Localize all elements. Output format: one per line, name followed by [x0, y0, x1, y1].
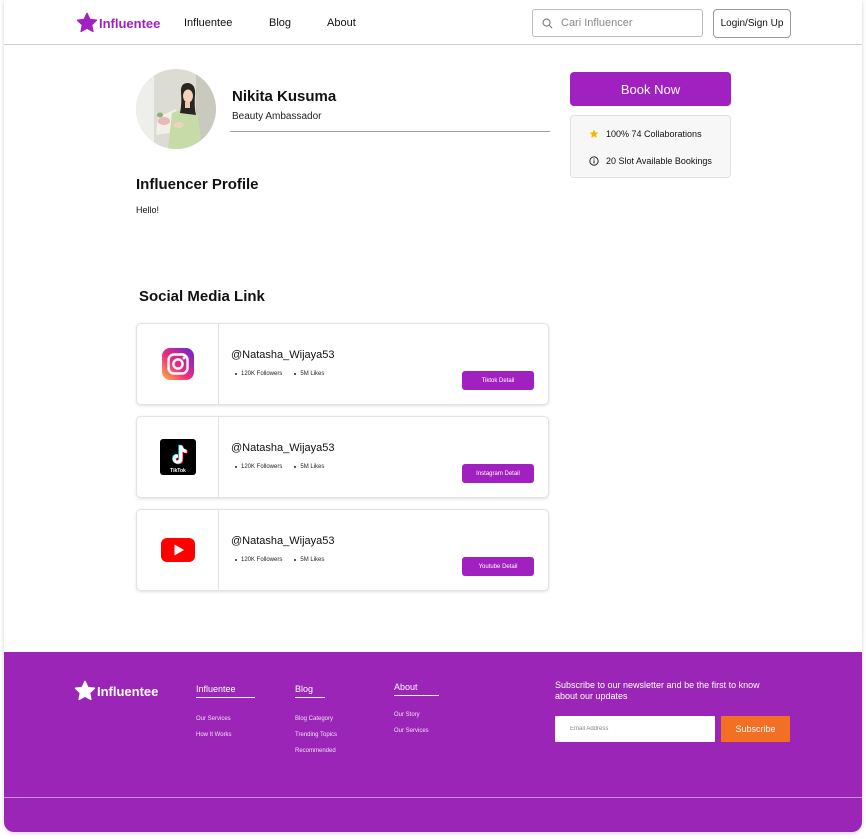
social-icon-cell: TikTok — [137, 417, 219, 497]
social-metrics: 120K Followers 5M Likes — [235, 371, 336, 377]
email-field[interactable] — [555, 716, 715, 742]
social-handle: @Natasha_Wijaya53 — [231, 535, 335, 547]
social-metrics: 120K Followers 5M Likes — [235, 464, 336, 470]
slots-stat: 20 Slot Available Bookings — [589, 156, 712, 166]
footer-link[interactable]: How It Works — [196, 732, 255, 738]
footer-column-influentee: Influentee Our Services How It Works — [196, 679, 255, 738]
social-handle: @Natasha_Wijaya53 — [231, 442, 335, 454]
profile-divider — [230, 131, 550, 132]
influencer-profile-heading: Influencer Profile — [136, 176, 259, 193]
top-navbar: Influentee Influentee Blog About Login/S… — [4, 0, 862, 45]
footer-divider — [4, 797, 862, 798]
book-now-button[interactable]: Book Now — [570, 72, 731, 106]
footer-heading: Influentee — [196, 684, 255, 698]
influencer-role: Beauty Ambassador — [232, 111, 322, 122]
search-box[interactable] — [532, 9, 703, 37]
footer-link[interactable]: Trending Topics — [295, 732, 337, 738]
footer-link[interactable]: Our Services — [394, 728, 439, 734]
collaborations-stat: 100% 74 Collaborations — [589, 129, 702, 139]
likes-count: 5M Likes — [294, 371, 324, 377]
info-icon — [589, 156, 599, 166]
social-card-youtube: @Natasha_Wijaya53 120K Followers 5M Like… — [136, 509, 549, 591]
followers-count: 120K Followers — [235, 371, 282, 377]
tiktok-icon: TikTok — [159, 439, 196, 475]
svg-text:TikTok: TikTok — [170, 468, 186, 474]
login-signup-button[interactable]: Login/Sign Up — [713, 9, 791, 38]
influencer-bio: Hello! — [136, 205, 160, 215]
star-logo-icon — [74, 680, 96, 701]
instagram-detail-button[interactable]: Instagram Detail — [462, 464, 534, 483]
nav-influentee[interactable]: Influentee — [184, 17, 232, 29]
collaborations-text: 100% 74 Collaborations — [606, 129, 702, 139]
page-frame: Influentee Influentee Blog About Login/S… — [4, 0, 862, 832]
brand-logo[interactable]: Influentee — [76, 12, 160, 34]
star-icon — [589, 129, 599, 138]
social-media-heading: Social Media Link — [139, 288, 265, 305]
footer-heading: Blog — [295, 684, 325, 698]
likes-count: 5M Likes — [294, 464, 324, 470]
footer-link[interactable]: Our Services — [196, 716, 255, 722]
nav-about[interactable]: About — [327, 17, 356, 29]
social-metrics: 120K Followers 5M Likes — [235, 557, 336, 563]
followers-count: 120K Followers — [235, 464, 282, 470]
subscribe-button[interactable]: Subscribe — [721, 716, 790, 742]
likes-count: 5M Likes — [294, 557, 324, 563]
search-input[interactable] — [561, 17, 691, 29]
booking-stats-panel: 100% 74 Collaborations 20 Slot Available… — [570, 115, 731, 178]
instagram-icon — [161, 348, 194, 380]
youtube-detail-button[interactable]: Youtube Detail — [462, 557, 534, 576]
footer-heading: About — [394, 682, 439, 696]
footer-brand-name: Influentee — [97, 683, 159, 699]
newsletter-text: Subscribe to our newsletter and be the f… — [555, 680, 760, 701]
footer: Influentee Influentee Our Services How I… — [4, 652, 862, 832]
footer-column-about: About Our Story Our Services — [394, 677, 439, 734]
social-icon-cell — [137, 510, 219, 590]
social-card-tiktok: TikTok @Natasha_Wijaya53 120K Followers … — [136, 416, 549, 498]
footer-link[interactable]: Blog Category — [295, 716, 337, 722]
social-icon-cell — [137, 324, 219, 404]
footer-column-blog: Blog Blog Category Trending Topics Recom… — [295, 679, 337, 754]
tiktok-detail-button[interactable]: Tiktok Detail — [462, 371, 534, 390]
avatar — [136, 69, 216, 149]
slots-text: 20 Slot Available Bookings — [606, 156, 712, 166]
footer-link[interactable]: Our Story — [394, 712, 439, 718]
followers-count: 120K Followers — [235, 557, 282, 563]
influencer-name: Nikita Kusuma — [232, 88, 337, 105]
star-logo-icon — [76, 12, 98, 33]
youtube-icon — [160, 538, 195, 562]
nav-blog[interactable]: Blog — [269, 17, 291, 29]
search-icon — [542, 18, 553, 28]
footer-brand-logo[interactable]: Influentee — [74, 680, 158, 702]
avatar-photo — [136, 69, 216, 149]
social-card-instagram: @Natasha_Wijaya53 120K Followers 5M Like… — [136, 323, 549, 405]
footer-link[interactable]: Recommended — [295, 748, 337, 754]
brand-name: Influentee — [99, 15, 161, 31]
social-handle: @Natasha_Wijaya53 — [231, 349, 335, 361]
